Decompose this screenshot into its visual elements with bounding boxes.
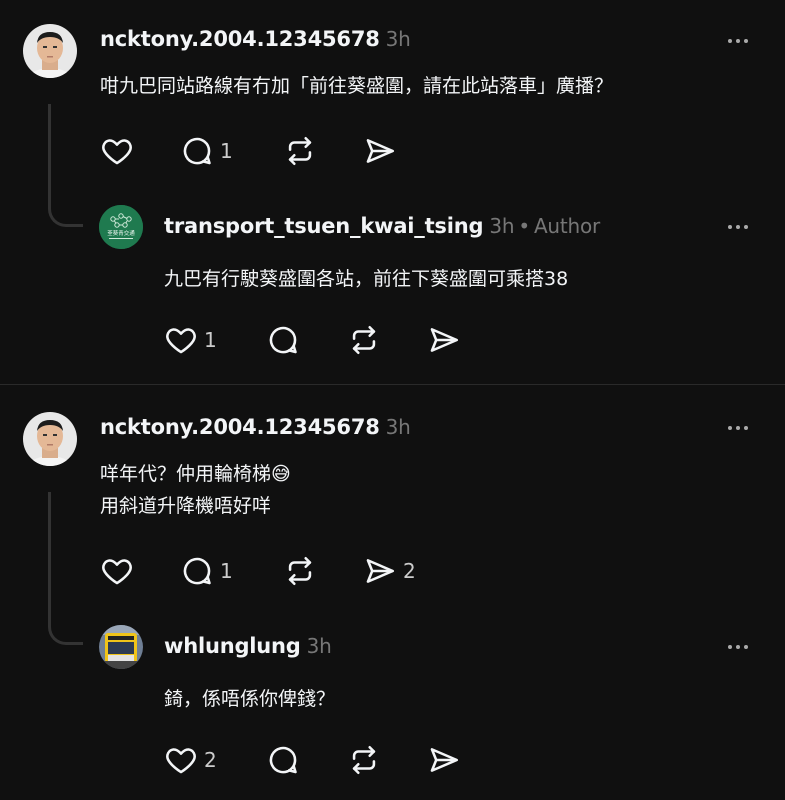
comment-text: 咁九巴同站路線有冇加「前往葵盛圍，請在此站落車」廣播？ — [100, 75, 614, 97]
like-button[interactable]: 2 — [164, 740, 217, 780]
avatar-logo-text: 荃葵青交通 — [107, 229, 135, 237]
repost-icon — [347, 743, 381, 777]
heart-icon — [100, 554, 134, 588]
thread-connector — [48, 104, 83, 227]
like-button[interactable] — [100, 551, 134, 591]
like-count: 1 — [204, 328, 217, 352]
avatar[interactable]: 荃葵青交通 — [99, 205, 143, 249]
repost-icon — [283, 134, 317, 168]
username[interactable]: ncktony.2004.12345678 3h — [100, 27, 411, 51]
comment-icon — [266, 323, 300, 357]
reply-text: 錡，係唔係你俾錢？ — [164, 688, 336, 710]
share-button[interactable] — [427, 740, 461, 780]
repost-button[interactable] — [283, 131, 317, 171]
share-count: 2 — [403, 559, 416, 583]
repost-icon — [347, 323, 381, 357]
timestamp: 3h — [385, 27, 411, 51]
more-icon[interactable] — [723, 36, 753, 46]
reply-text: 九巴有行駛葵盛圍各站，前往下葵盛圍可乘搭38 — [164, 268, 569, 290]
comment-text: 咩年代？仲用輪椅梯😅 用斜道升降機唔好咩 — [100, 463, 291, 517]
username-text[interactable]: ncktony.2004.12345678 — [100, 27, 380, 51]
heart-icon — [100, 134, 134, 168]
comment-icon — [266, 743, 300, 777]
repost-button[interactable] — [347, 320, 381, 360]
username[interactable]: whlunglung 3h — [164, 634, 332, 658]
reply-count: 1 — [220, 559, 233, 583]
action-bar: 1 — [100, 131, 400, 171]
heart-icon — [164, 743, 198, 777]
username-text[interactable]: whlunglung — [164, 634, 301, 658]
share-button[interactable] — [363, 131, 397, 171]
divider — [0, 384, 785, 385]
timestamp: 3h — [489, 214, 515, 238]
repost-button[interactable] — [347, 740, 381, 780]
thread-connector — [48, 492, 83, 645]
share-button[interactable]: 2 — [363, 551, 416, 591]
author-badge: Author — [533, 214, 601, 238]
action-bar: 1 2 — [100, 551, 440, 591]
username[interactable]: ncktony.2004.12345678 3h — [100, 415, 411, 439]
reply-button[interactable]: 1 — [180, 131, 233, 171]
reply-count: 1 — [220, 139, 233, 163]
username-text[interactable]: ncktony.2004.12345678 — [100, 415, 380, 439]
share-icon — [363, 554, 397, 588]
like-count: 2 — [204, 748, 217, 772]
share-icon — [427, 323, 461, 357]
like-button[interactable]: 1 — [164, 320, 217, 360]
repost-button[interactable] — [283, 551, 317, 591]
comment-icon — [180, 134, 214, 168]
username-text[interactable]: transport_tsuen_kwai_tsing — [164, 214, 484, 238]
share-icon — [363, 134, 397, 168]
avatar[interactable] — [99, 625, 143, 669]
avatar[interactable] — [23, 412, 77, 466]
username[interactable]: transport_tsuen_kwai_tsing 3h • Author — [164, 214, 600, 238]
like-button[interactable] — [100, 131, 134, 171]
timestamp: 3h — [306, 634, 332, 658]
repost-icon — [283, 554, 317, 588]
more-icon[interactable] — [723, 423, 753, 433]
share-icon — [427, 743, 461, 777]
timestamp: 3h — [385, 415, 411, 439]
more-icon[interactable] — [723, 222, 753, 232]
heart-icon — [164, 323, 198, 357]
more-icon[interactable] — [723, 642, 753, 652]
reply-button[interactable]: 1 — [180, 551, 233, 591]
comment-icon — [180, 554, 214, 588]
reply-button[interactable] — [266, 740, 300, 780]
reply-button[interactable] — [266, 320, 300, 360]
avatar[interactable] — [23, 24, 77, 78]
share-button[interactable] — [427, 320, 461, 360]
action-bar: 2 — [164, 740, 464, 780]
action-bar: 1 — [164, 320, 464, 360]
